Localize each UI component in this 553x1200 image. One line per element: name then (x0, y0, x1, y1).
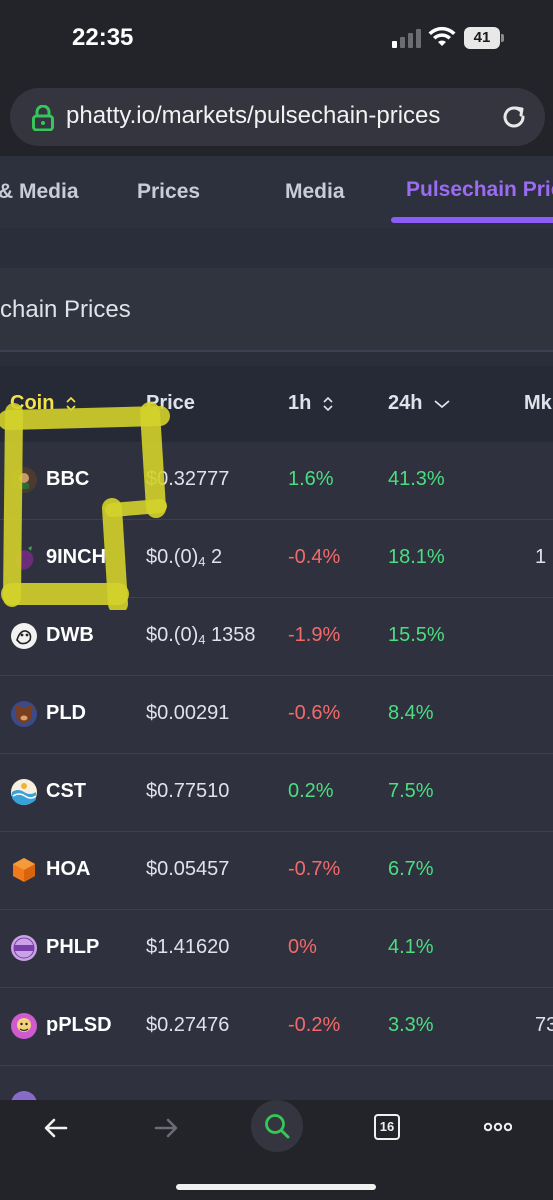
market-cap: 73 (535, 1014, 553, 1036)
coin-icon (11, 1091, 37, 1100)
phlp-coin-icon (11, 935, 37, 961)
market-cap: 1 (535, 546, 547, 568)
coin-price: $1.41620 (146, 936, 230, 958)
coin-price: $0.05457 (146, 858, 230, 880)
coin-symbol: BBC (46, 468, 90, 490)
coin-price: $0.32777 (146, 468, 230, 490)
coin-symbol: PHLP (46, 936, 100, 958)
bbc-coin-icon (11, 467, 37, 493)
section-title: chain Prices (0, 296, 131, 323)
section-header: chain Prices (0, 268, 553, 352)
url-text: phatty.io/markets/pulsechain-prices (66, 102, 441, 129)
9inch-coin-icon (11, 545, 37, 571)
coin-symbol: 9INCH (46, 546, 107, 568)
pplsd-coin-icon (11, 1013, 37, 1039)
change-1h: 1.6% (288, 468, 334, 490)
spacer (0, 228, 553, 268)
address-bar[interactable]: phatty.io/markets/pulsechain-prices (10, 88, 545, 146)
pld-coin-icon (11, 701, 37, 727)
table-row[interactable]: pPLSD $0.27476 -0.2% 3.3% 73 (0, 988, 553, 1066)
table-row[interactable] (0, 1066, 553, 1100)
change-1h: 0% (288, 936, 317, 958)
browser-address-area: phatty.io/markets/pulsechain-prices (0, 80, 553, 156)
change-24h: 41.3% (388, 468, 445, 490)
change-24h: 8.4% (388, 702, 434, 724)
column-header-24h[interactable]: 24h (388, 392, 450, 415)
change-24h: 18.1% (388, 546, 445, 568)
change-24h: 4.1% (388, 936, 434, 958)
table-row[interactable]: BBC $0.32777 1.6% 41.3% (0, 442, 553, 520)
tab-prices[interactable]: Prices (137, 180, 200, 204)
change-24h: 6.7% (388, 858, 434, 880)
cst-coin-icon (11, 779, 37, 805)
change-1h: -0.4% (288, 546, 341, 568)
signal-icon (392, 29, 421, 48)
chevron-down-icon (434, 400, 450, 408)
spacer (0, 352, 553, 366)
lock-icon (32, 105, 54, 131)
dwb-coin-icon (11, 623, 37, 649)
search-button[interactable] (251, 1100, 303, 1152)
coin-symbol: PLD (46, 702, 86, 724)
forward-arrow-icon[interactable] (152, 1116, 180, 1140)
table-row[interactable]: PHLP $1.41620 0% 4.1% (0, 910, 553, 988)
tab-media[interactable]: Media (285, 180, 345, 204)
reload-icon[interactable] (500, 103, 528, 131)
tabs-button[interactable]: 16 (374, 1114, 400, 1140)
search-icon (265, 1114, 290, 1139)
table-header: Coin Price 1h 24h Mk (0, 366, 553, 442)
column-header-coin[interactable]: Coin (10, 392, 76, 415)
coin-symbol: pPLSD (46, 1014, 112, 1036)
coin-price: $0.77510 (146, 780, 230, 802)
table-row[interactable]: 9INCH $0.(0)4 2 -0.4% 18.1% 1 (0, 520, 553, 598)
home-indicator (176, 1184, 376, 1190)
column-header-market-cap[interactable]: Mk (524, 392, 552, 415)
coin-symbol: HOA (46, 858, 91, 880)
nav-tabs: & Media Prices Media Pulsechain Prices (0, 156, 553, 228)
sort-icon (66, 396, 76, 411)
hoa-coin-icon (13, 858, 35, 882)
status-bar: 22:35 41 (0, 0, 553, 80)
status-time: 22:35 (72, 24, 134, 51)
change-1h: 0.2% (288, 780, 334, 802)
change-1h: -0.7% (288, 858, 341, 880)
change-1h: -1.9% (288, 624, 341, 646)
coin-price: $0.(0)4 2 (146, 546, 223, 569)
sort-icon (323, 396, 333, 411)
back-arrow-icon[interactable] (42, 1116, 70, 1140)
change-24h: 15.5% (388, 624, 445, 646)
change-1h: -0.6% (288, 702, 341, 724)
tab-pulsechain-prices[interactable]: Pulsechain Prices (406, 178, 553, 202)
tab-news-media[interactable]: & Media (0, 180, 79, 204)
coin-price: $0.00291 (146, 702, 230, 724)
table-row[interactable]: DWB $0.(0)4 1358 -1.9% 15.5% (0, 598, 553, 676)
column-header-price[interactable]: Price (146, 392, 195, 415)
table-row[interactable]: HOA $0.05457 -0.7% 6.7% (0, 832, 553, 910)
battery-level: 41 (473, 29, 491, 46)
coin-price: $0.(0)4 1358 (146, 624, 256, 647)
change-1h: -0.2% (288, 1014, 341, 1036)
prices-table: Coin Price 1h 24h Mk BBC $0.32777 1.6% 4… (0, 366, 553, 1100)
battery-indicator: 41 (464, 27, 504, 49)
coin-price: $0.27476 (146, 1014, 230, 1036)
wifi-icon (428, 26, 456, 46)
tab-count: 16 (379, 1119, 395, 1134)
table-row[interactable]: CST $0.77510 0.2% 7.5% (0, 754, 553, 832)
change-24h: 7.5% (388, 780, 434, 802)
change-24h: 3.3% (388, 1014, 434, 1036)
coin-symbol: CST (46, 780, 86, 802)
more-options-icon[interactable] (484, 1122, 512, 1132)
column-header-1h[interactable]: 1h (288, 392, 333, 415)
active-tab-indicator (391, 217, 553, 223)
table-row[interactable]: PLD $0.00291 -0.6% 8.4% (0, 676, 553, 754)
coin-symbol: DWB (46, 624, 94, 646)
